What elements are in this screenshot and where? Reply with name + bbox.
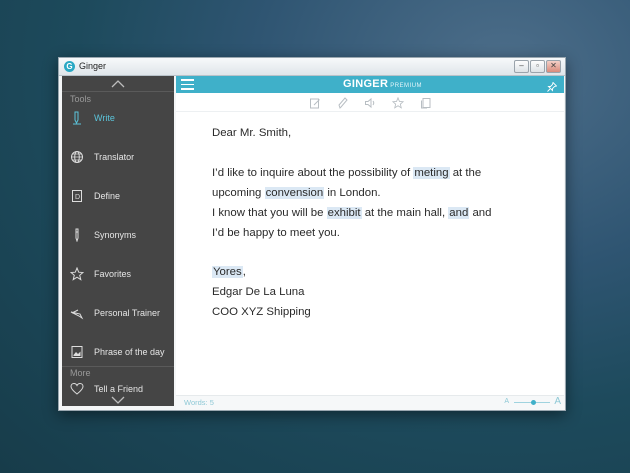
- sidebar-item-label: Personal Trainer: [94, 308, 161, 318]
- text-segment: in London.: [324, 187, 381, 199]
- restore-button[interactable]: ▫: [530, 60, 545, 73]
- text-line: upcoming convension in London.: [212, 187, 381, 199]
- window-controls: – ▫ ✕: [514, 60, 561, 73]
- more-section-label: More: [70, 368, 91, 378]
- text-segment: at the: [449, 167, 482, 179]
- text-line: Yores,: [212, 266, 246, 278]
- text-segment: Edgar De La Luna: [212, 286, 305, 298]
- sidebar-item-label: Synonyms: [94, 230, 137, 240]
- chevron-down-icon: [111, 396, 125, 404]
- sidebar-item-favorites[interactable]: Favorites: [69, 264, 169, 284]
- close-button[interactable]: ✕: [546, 60, 561, 73]
- text-segment: I’d be happy to meet you.: [212, 227, 340, 239]
- sidebar-scroll-up-button[interactable]: [62, 76, 174, 90]
- app-header: GINGER PREMIUM: [176, 76, 564, 93]
- sidebar-divider: [62, 91, 174, 92]
- brand-name: GINGER: [343, 78, 389, 90]
- brush-icon: [69, 305, 85, 321]
- zoom-slider-handle[interactable]: [530, 400, 536, 405]
- flagged-word[interactable]: exhibit: [326, 207, 362, 219]
- minimize-button[interactable]: –: [514, 60, 529, 73]
- sidebar-item-phrase-of-the-day[interactable]: Phrase of the day: [69, 342, 169, 362]
- window-title: Ginger: [79, 61, 107, 71]
- sidebar-item-write[interactable]: Write: [69, 108, 169, 128]
- chevron-up-icon: [111, 80, 125, 88]
- text-segment: Dear Mr. Smith,: [212, 127, 292, 139]
- sidebar-scroll-down-button[interactable]: [62, 392, 174, 406]
- flagged-word[interactable]: Yores: [212, 266, 243, 278]
- sidebar-item-personal-trainer[interactable]: Personal Trainer: [69, 303, 169, 323]
- pen-icon: [69, 110, 85, 126]
- flagged-word[interactable]: and: [448, 207, 470, 219]
- sidebar-item-translator[interactable]: Translator: [69, 147, 169, 167]
- speaker-icon[interactable]: [364, 96, 376, 109]
- dictionary-icon: D: [69, 188, 85, 204]
- sidebar-item-label: Phrase of the day: [94, 347, 165, 357]
- text-line: I know that you will be exhibit at the m…: [212, 207, 491, 219]
- zoom-in-icon[interactable]: A: [554, 396, 561, 407]
- text-line: I’d like to inquire about the possibilit…: [212, 167, 481, 179]
- sidebar-item-label: Write: [94, 113, 115, 123]
- edit-icon[interactable]: [309, 96, 321, 109]
- title-bar[interactable]: G Ginger – ▫ ✕: [59, 58, 565, 76]
- text-editor[interactable]: Dear Mr. Smith, I’d like to inquire abou…: [176, 112, 564, 395]
- copy-icon[interactable]: [420, 96, 432, 109]
- picture-icon: [69, 344, 85, 360]
- word-count: Words: 5: [184, 398, 214, 407]
- sidebar-item-label: Translator: [94, 152, 135, 162]
- sidebar-item-label: Favorites: [94, 269, 132, 279]
- tools-section-label: Tools: [70, 94, 92, 104]
- text-segment: at the main hall,: [361, 207, 449, 219]
- rephrase-icon[interactable]: [337, 96, 349, 109]
- text-line: COO XYZ Shipping: [212, 306, 311, 318]
- text-segment: COO XYZ Shipping: [212, 306, 311, 318]
- sidebar-item-define[interactable]: D Define: [69, 186, 169, 206]
- svg-text:D: D: [75, 194, 80, 201]
- sidebar: Tools Write Translator D Define Synonyms: [62, 76, 174, 406]
- ginger-app-icon: G: [64, 61, 75, 72]
- app-window: G Ginger – ▫ ✕ Tools Write Translator D …: [58, 57, 566, 411]
- sidebar-item-synonyms[interactable]: Synonyms: [69, 225, 169, 245]
- flagged-word[interactable]: convension: [264, 187, 325, 199]
- pencil-icon: [69, 227, 85, 243]
- text-line: Edgar De La Luna: [212, 286, 304, 298]
- text-segment: and: [469, 207, 492, 219]
- sidebar-item-label: Define: [94, 191, 121, 201]
- flagged-word[interactable]: meting: [413, 167, 450, 179]
- text-line: I’d be happy to meet you.: [212, 227, 340, 239]
- star-icon: [69, 266, 85, 282]
- sidebar-divider: [62, 366, 174, 367]
- text-segment: ,: [242, 266, 246, 278]
- ginger-logo: GINGER PREMIUM: [343, 78, 422, 90]
- text-line: Dear Mr. Smith,: [212, 127, 291, 139]
- status-bar: Words: 5 A A: [176, 395, 564, 410]
- text-segment: upcoming: [212, 187, 265, 199]
- editor-toolbar: [176, 93, 564, 112]
- edition-label: PREMIUM: [390, 83, 423, 89]
- text-segment: I’d like to inquire about the possibilit…: [212, 167, 414, 179]
- zoom-out-icon[interactable]: A: [504, 398, 509, 405]
- menu-icon[interactable]: [181, 79, 194, 90]
- text-segment: I know that you will be: [212, 207, 327, 219]
- globe-icon: [69, 149, 85, 165]
- favorite-icon[interactable]: [391, 96, 405, 109]
